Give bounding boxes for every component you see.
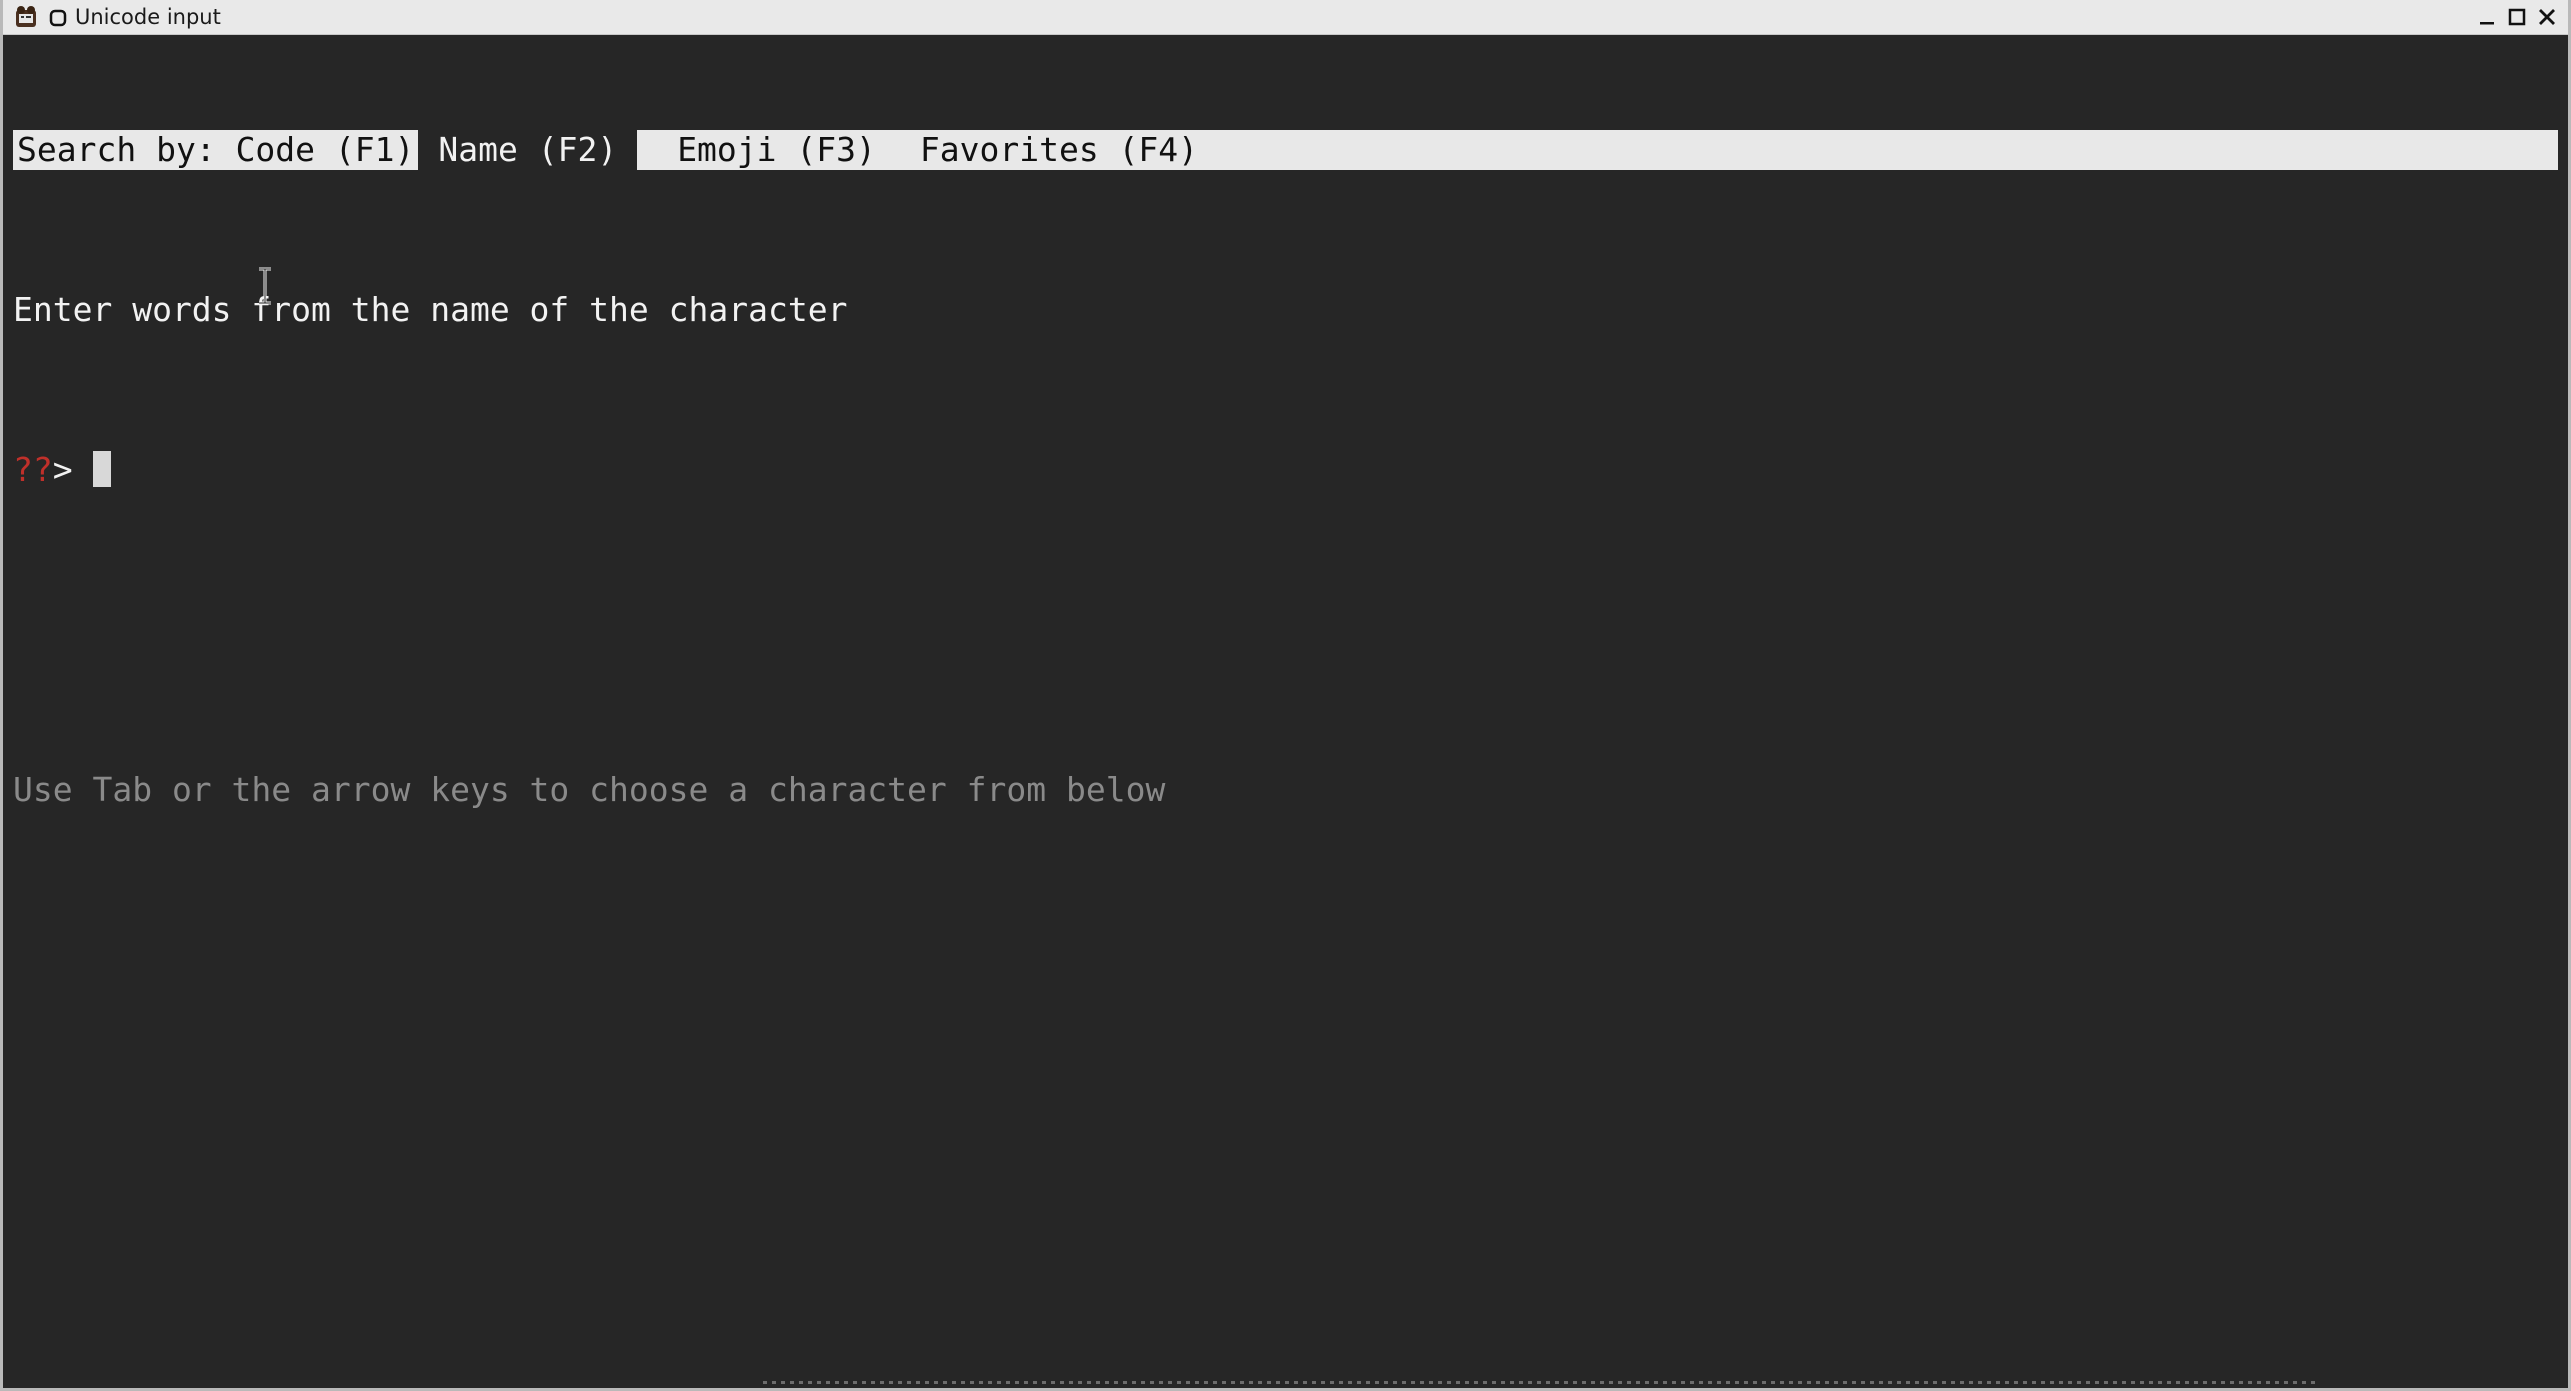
text-cursor xyxy=(92,451,111,487)
tab-favorites[interactable]: Favorites (F4) xyxy=(880,130,1202,170)
bottom-edge-artifact xyxy=(763,1381,2318,1384)
search-by-label: Search by: Code (F1) xyxy=(17,130,415,169)
terminal-app-icon xyxy=(13,4,39,30)
search-mode-tabbar: Search by: Code (F1) Name (F2) Emoji (F3… xyxy=(13,130,2558,170)
close-icon[interactable] xyxy=(2532,2,2562,32)
window-controls xyxy=(2472,0,2562,34)
tab-code[interactable]: Code (F1) xyxy=(236,130,415,169)
minimize-icon[interactable] xyxy=(2472,2,2502,32)
prompt-marker: ?? xyxy=(13,450,53,489)
prompt-line[interactable]: ??> xyxy=(13,450,2558,490)
instruction-text: Enter words from the name of the charact… xyxy=(13,290,848,329)
tab-emoji[interactable]: Emoji (F3) xyxy=(637,130,880,170)
maximize-icon[interactable] xyxy=(2502,2,2532,32)
system-menu-icon[interactable] xyxy=(49,8,67,27)
window-title: Unicode input xyxy=(75,5,221,29)
terminal-area[interactable]: Search by: Code (F1) Name (F2) Emoji (F3… xyxy=(13,50,2558,890)
hint-text: Use Tab or the arrow keys to choose a ch… xyxy=(13,770,1166,809)
prompt-symbol: > xyxy=(52,450,73,489)
title-bar[interactable]: Unicode input xyxy=(3,0,2568,35)
unicode-input-window: Unicode input Search by: Code (F1) Name … xyxy=(0,0,2571,1391)
ibeam-cursor-icon xyxy=(255,266,275,306)
tab-name[interactable]: Name (F2) xyxy=(418,130,638,170)
